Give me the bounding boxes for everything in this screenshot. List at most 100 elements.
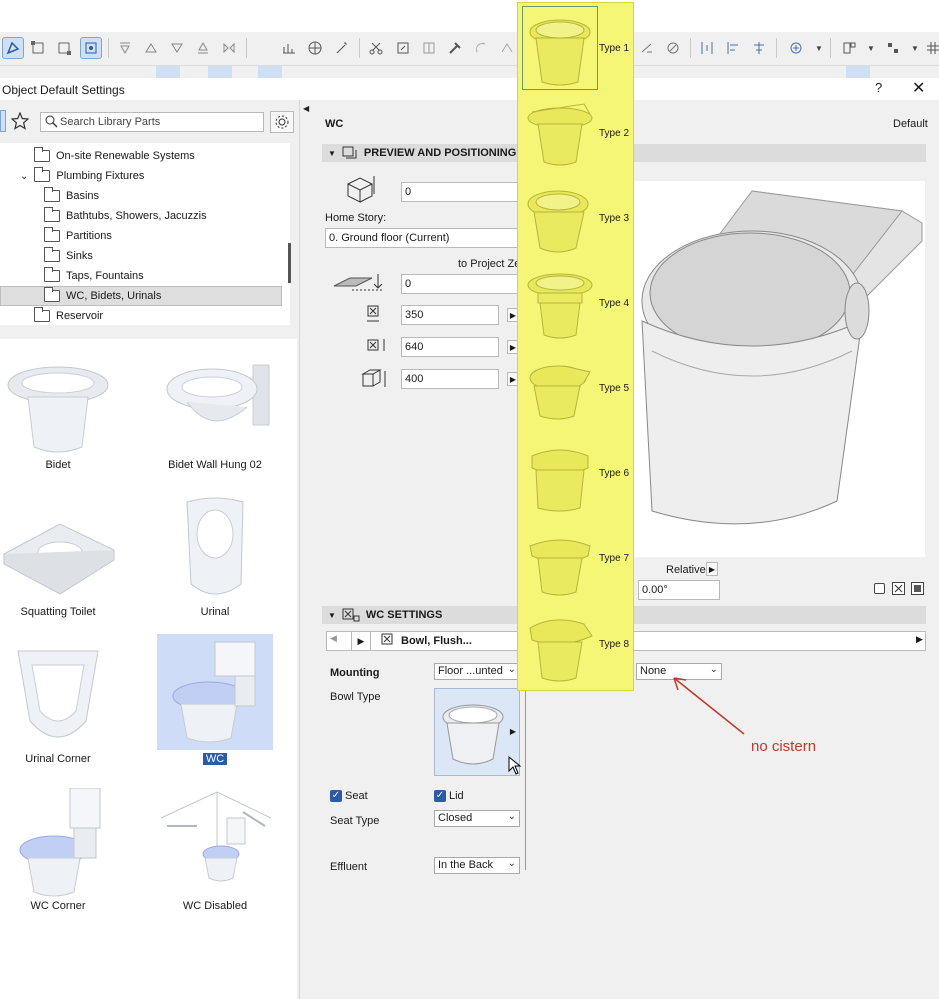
bowl-type-2-icon[interactable] <box>524 96 596 175</box>
tree-item-selected[interactable]: WC, Bidets, Urinals <box>0 286 282 306</box>
align-center-icon[interactable] <box>748 37 770 59</box>
project-zero-field[interactable]: 0 <box>401 274 519 294</box>
bowl-type-8-icon[interactable] <box>524 610 596 689</box>
gear-icon[interactable] <box>270 111 294 133</box>
elevation-field[interactable]: 0 <box>401 182 519 202</box>
checkbox[interactable] <box>874 583 885 594</box>
collapse-arrow-icon[interactable]: ◀ <box>303 104 309 113</box>
chevron-down-icon[interactable]: ▼ <box>328 149 336 158</box>
wc-corner-thumbnail[interactable] <box>0 787 116 904</box>
gallery-label-selected: WC <box>157 753 273 765</box>
bowl-type-7-icon[interactable] <box>524 526 596 603</box>
length-field[interactable]: 640 <box>401 337 499 357</box>
chevron-down-icon[interactable]: ⌄ <box>20 171 28 182</box>
project-zero-icon <box>332 272 388 297</box>
magic-wand-icon[interactable] <box>331 37 353 59</box>
resize-icon[interactable] <box>392 37 414 59</box>
angle-field[interactable]: 0.00° <box>638 580 720 600</box>
bowl-type-6-icon[interactable] <box>524 440 596 519</box>
length-icon <box>366 337 390 358</box>
top-strip <box>0 0 939 32</box>
effluent-label: Effluent <box>330 861 368 873</box>
home-story-select[interactable]: 0. Ground floor (Current) <box>325 228 519 248</box>
hammer-icon[interactable] <box>444 37 466 59</box>
mounting-select[interactable]: Floor ...unted ⌄ <box>434 663 520 680</box>
group-tool-icon[interactable] <box>53 37 75 59</box>
urinal-corner-thumbnail[interactable] <box>0 641 116 757</box>
seat-checkbox[interactable]: ✓ <box>330 790 342 802</box>
bowl-type-4-icon[interactable] <box>524 267 596 346</box>
help-button[interactable]: ? <box>875 80 882 95</box>
globe-icon[interactable] <box>304 37 326 59</box>
distribute-icon[interactable] <box>696 37 718 59</box>
height-field[interactable]: 400 <box>401 369 499 389</box>
node-tool-icon[interactable] <box>27 37 49 59</box>
width-icon <box>366 305 382 328</box>
bidet-wall-hung-thumbnail[interactable] <box>157 347 273 463</box>
seat-type-select[interactable]: Closed ⌄ <box>434 810 520 827</box>
bowl-type-3-icon[interactable] <box>524 182 596 261</box>
bidet-thumbnail[interactable] <box>0 347 116 463</box>
bowl-type-label: Type 4 <box>599 298 630 309</box>
tree-item[interactable]: On-site Renewable Systems <box>34 146 195 166</box>
close-button[interactable]: ✕ <box>912 78 925 98</box>
effluent-select[interactable]: In the Back ⌄ <box>434 857 520 874</box>
chevron-down-icon[interactable]: ▼ <box>808 37 830 59</box>
width-field[interactable]: 350 <box>401 305 499 325</box>
tree-item[interactable]: Taps, Fountains <box>44 266 144 286</box>
relative-arrow-button[interactable]: ▶ <box>706 562 718 576</box>
default-label: Default <box>893 118 928 130</box>
urinal-thumbnail[interactable] <box>157 494 273 610</box>
bowl-type-label: Type 1 <box>599 43 630 54</box>
mounting-label: Mounting <box>330 667 380 679</box>
move-down-icon[interactable] <box>166 37 188 59</box>
tree-scrollbar[interactable] <box>288 243 291 283</box>
home-story-label: Home Story: <box>325 212 387 224</box>
trim-icon[interactable] <box>662 37 684 59</box>
tree-item[interactable]: Bathtubs, Showers, Jacuzzis <box>44 206 207 226</box>
tree-item[interactable]: Basins <box>44 186 99 206</box>
gallery-label: Urinal Corner <box>25 753 91 765</box>
move-up-icon[interactable] <box>140 37 162 59</box>
grid-icon[interactable] <box>922 37 939 59</box>
chart-tool-icon[interactable] <box>278 37 300 59</box>
mirror-icon[interactable] <box>218 37 240 59</box>
favorites-icon[interactable] <box>785 37 807 59</box>
next-page-icon[interactable]: ▶ <box>351 632 371 650</box>
lid-checkbox[interactable]: ✓ <box>434 790 446 802</box>
folder-icon <box>34 167 51 182</box>
chevron-down-icon[interactable]: ▼ <box>328 611 336 620</box>
align-left-icon[interactable] <box>722 37 744 59</box>
stretch-icon[interactable] <box>636 37 658 59</box>
layout-icon[interactable] <box>838 37 860 59</box>
scissors-icon[interactable] <box>365 37 387 59</box>
align-bottom-icon[interactable] <box>192 37 214 59</box>
view-toggle[interactable] <box>0 110 6 132</box>
mirror-toggle-icon[interactable] <box>892 582 905 595</box>
bowl-type-5-icon[interactable] <box>524 356 596 429</box>
offset-icon[interactable] <box>496 37 518 59</box>
mirror-y-toggle-icon[interactable] <box>911 582 924 595</box>
tree-item[interactable]: Partitions <box>44 226 112 246</box>
split-icon[interactable] <box>418 37 440 59</box>
bowl-picker-arrow-icon: ▶ <box>509 727 516 736</box>
tree-item[interactable]: Reservoir <box>34 306 103 326</box>
arrow-tool-icon[interactable] <box>2 37 24 59</box>
star-icon[interactable] <box>10 111 30 133</box>
snap-icon[interactable] <box>882 37 904 59</box>
wc-thumbnail-selected[interactable] <box>157 634 273 750</box>
bowl-type-1-icon[interactable] <box>524 8 596 91</box>
wc-disabled-thumbnail[interactable] <box>157 788 273 904</box>
prev-page-icon[interactable]: ◀ <box>330 633 337 644</box>
folder-icon <box>44 267 60 282</box>
wc-settings-icon <box>342 608 360 622</box>
suspend-groups-icon[interactable] <box>80 37 102 59</box>
tree-item[interactable]: Sinks <box>44 246 93 266</box>
squatting-toilet-thumbnail[interactable] <box>0 494 116 610</box>
page-dropdown-icon[interactable]: ▶ <box>916 634 923 645</box>
align-top-icon[interactable] <box>114 37 136 59</box>
rotate-icon[interactable] <box>470 37 492 59</box>
tree-item[interactable]: ⌄ Plumbing Fixtures <box>20 166 144 186</box>
panel-divider[interactable]: ◀ <box>299 100 311 999</box>
chevron-down-icon[interactable]: ▼ <box>860 37 882 59</box>
